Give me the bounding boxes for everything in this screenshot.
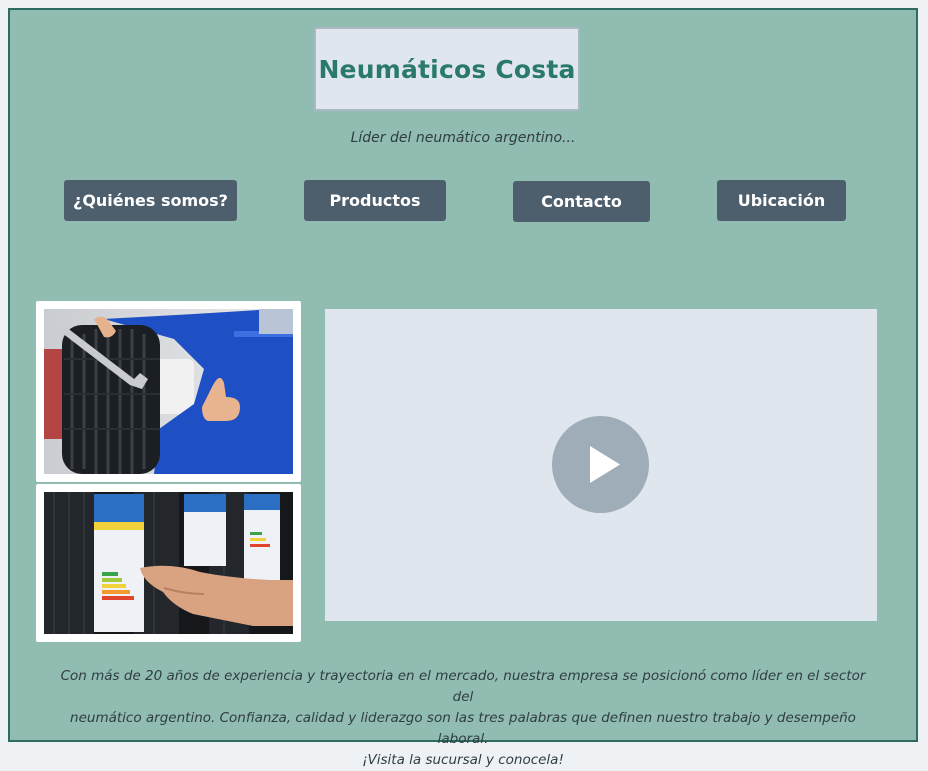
- page-frame: Neumáticos Costa Líder del neumático arg…: [8, 8, 918, 768]
- mechanic-photo: [36, 301, 301, 482]
- about-line-2: neumático argentino. Confianza, calidad …: [70, 710, 856, 747]
- tire-label-photo: [36, 484, 301, 642]
- play-button[interactable]: [552, 416, 649, 513]
- nav-button-about[interactable]: ¿Quiénes somos?: [64, 180, 237, 221]
- about-line-1: Con más de 20 años de experiencia y tray…: [60, 668, 866, 705]
- nav-button-location[interactable]: Ubicación: [717, 180, 846, 221]
- tire-label-image: [44, 492, 293, 634]
- nav-button-contact[interactable]: Contacto: [513, 181, 650, 222]
- site-title: Neumáticos Costa: [318, 54, 576, 84]
- about-text: Con más de 20 años de experiencia y tray…: [50, 666, 876, 771]
- nav-button-products[interactable]: Productos: [304, 180, 446, 221]
- play-icon: [590, 446, 620, 483]
- logo-box: Neumáticos Costa: [314, 27, 580, 111]
- video-player[interactable]: [325, 309, 877, 621]
- tagline: Líder del neumático argentino...: [350, 130, 576, 146]
- mechanic-with-tire-image: [44, 309, 293, 474]
- about-line-3: ¡Visita la sucursal y conocela!: [362, 752, 564, 768]
